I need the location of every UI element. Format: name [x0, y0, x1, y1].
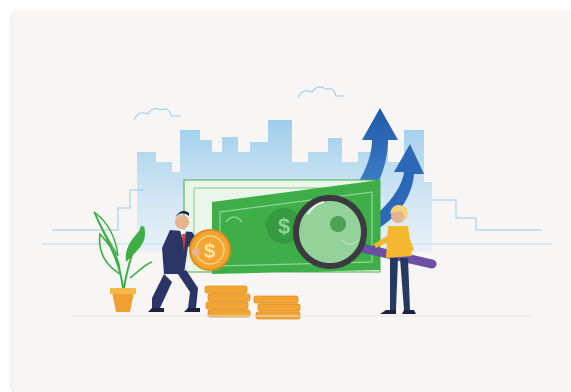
- coin-stacks: [204, 285, 301, 320]
- dollar-sign-icon: $: [204, 241, 215, 263]
- potted-plant: [93, 211, 153, 312]
- businessman-hand: [192, 248, 200, 256]
- illustration-card: $ $: [12, 12, 571, 392]
- cloud-left: [133, 108, 181, 121]
- dollar-sign-icon: $: [278, 214, 290, 239]
- finance-illustration: $ $: [42, 86, 552, 320]
- cloud-right: [297, 86, 344, 99]
